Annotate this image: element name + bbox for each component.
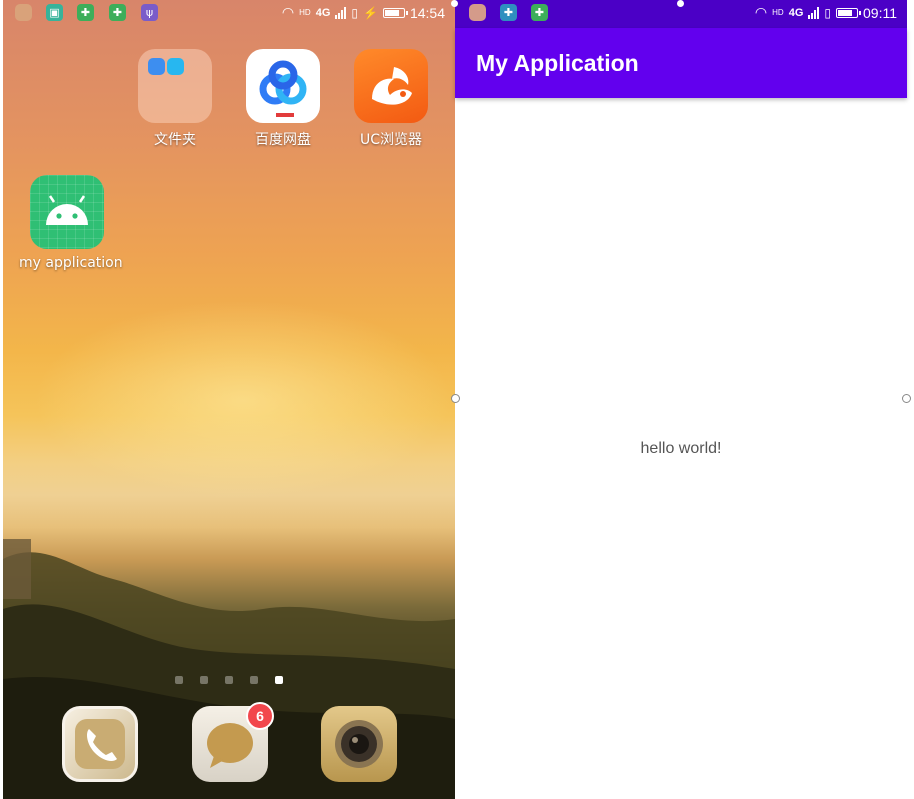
hello-text: hello world! — [640, 440, 722, 457]
resize-handle[interactable] — [902, 394, 911, 403]
wifi-icon: ◠ — [281, 4, 295, 20]
page-dot[interactable] — [225, 676, 233, 684]
hd-label: HD — [772, 8, 784, 17]
resize-handle[interactable] — [451, 394, 460, 403]
app-label: 百度网盘 — [255, 132, 311, 148]
battery-icon — [382, 7, 408, 18]
app-label: 文件夹 — [154, 132, 196, 148]
page-dot[interactable] — [200, 676, 208, 684]
folder-icon — [138, 49, 212, 123]
battery-icon — [836, 7, 861, 18]
baidu-netdisk-icon — [246, 49, 320, 123]
app-bar: My Application — [455, 28, 907, 98]
app-folder[interactable]: 文件夹 — [127, 49, 223, 149]
uc-browser-icon — [354, 49, 428, 123]
page-indicator — [175, 676, 283, 684]
page-dot[interactable] — [250, 676, 258, 684]
page-dot-active[interactable] — [275, 676, 283, 684]
app-label: my application — [19, 255, 123, 271]
home-screen: ▣ ✚ ✚ ψ ◠ HD 4G ▯ ⚡ 14:54 文件夹 百度网盘 UC浏览器… — [3, 0, 455, 799]
signal-icon — [808, 6, 820, 19]
sim-icon: ▯ — [351, 5, 358, 20]
usb-icon: ψ — [141, 4, 158, 21]
shield-icon: ✚ — [531, 4, 548, 21]
app-uc-browser[interactable]: UC浏览器 — [343, 49, 439, 149]
shield-icon: ✚ — [500, 4, 517, 21]
status-bar: ▣ ✚ ✚ ψ ◠ HD 4G ▯ ⚡ 14:54 — [3, 0, 455, 28]
resize-handle[interactable] — [677, 0, 684, 7]
camera-app[interactable] — [321, 706, 397, 782]
android-icon — [30, 175, 104, 249]
unread-badge: 6 — [246, 702, 274, 730]
app-my-application[interactable]: my application — [19, 175, 123, 271]
charging-icon: ⚡ — [363, 5, 378, 20]
resize-handle[interactable] — [451, 0, 458, 7]
app-title: My Application — [476, 50, 639, 76]
app-screen: ✚ ✚ ◠ HD 4G ▯ 09:11 My Application hello… — [455, 0, 907, 799]
camera-icon — [335, 720, 383, 768]
hd-label: HD — [299, 8, 311, 17]
network-type: 4G — [788, 6, 804, 19]
page-dot[interactable] — [175, 676, 183, 684]
phone-icon — [75, 719, 125, 769]
wallpaper-glow — [33, 300, 453, 500]
signal-icon — [335, 6, 347, 19]
app-notification-icon — [15, 4, 32, 21]
clock: 14:54 — [409, 4, 445, 21]
wifi-icon: ◠ — [754, 4, 768, 20]
gallery-notification-icon: ▣ — [46, 4, 63, 21]
phone-app[interactable] — [62, 706, 138, 782]
app-baidu-netdisk[interactable]: 百度网盘 — [235, 49, 331, 149]
shield-icon: ✚ — [77, 4, 94, 21]
app-label: UC浏览器 — [359, 132, 423, 148]
shield-icon: ✚ — [109, 4, 126, 21]
network-type: 4G — [315, 6, 331, 19]
app-notification-icon — [469, 4, 486, 21]
clock: 09:11 — [863, 4, 897, 21]
sim-icon: ▯ — [824, 5, 831, 20]
